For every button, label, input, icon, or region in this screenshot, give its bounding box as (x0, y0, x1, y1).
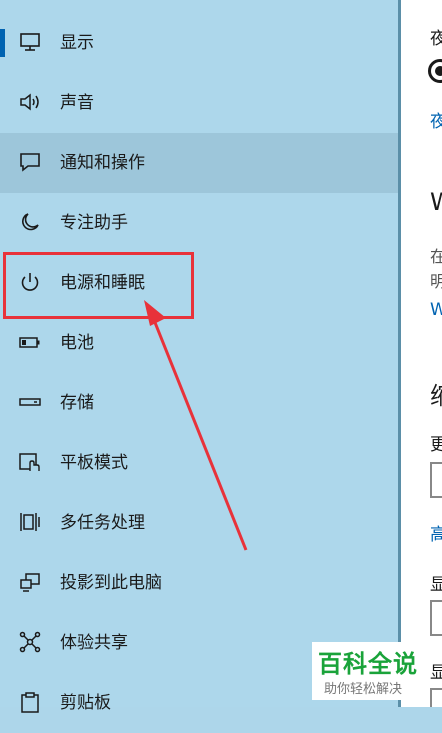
windows-hd-heading: W (430, 188, 442, 216)
sidebar-item-multitasking[interactable]: 多任务处理 (0, 493, 398, 553)
sidebar-item-display[interactable]: 显示 (0, 13, 398, 73)
notification-icon (19, 151, 41, 173)
sidebar-item-label: 声音 (60, 93, 94, 113)
moon-icon (19, 211, 41, 233)
night-light-label: 夜 (430, 29, 442, 49)
scale-layout-heading: 缩 (430, 376, 442, 411)
sidebar-item-label: 专注助手 (60, 213, 128, 233)
sidebar-item-focus-assist[interactable]: 专注助手 (0, 193, 398, 253)
orientation-dropdown[interactable] (430, 688, 442, 707)
night-light-toggle[interactable] (428, 59, 442, 83)
hd-settings-link[interactable]: W (430, 300, 442, 320)
sidebar-item-label: 体验共享 (60, 633, 128, 653)
storage-icon (19, 391, 41, 413)
orientation-label: 显 (430, 663, 442, 683)
clipboard-icon (19, 691, 41, 713)
sidebar-item-project-to-pc[interactable]: 投影到此电脑 (0, 553, 398, 613)
sidebar-item-label: 剪贴板 (60, 693, 111, 713)
night-light-settings-link[interactable]: 夜 (430, 107, 442, 132)
watermark-title: 百科全说 (318, 650, 418, 678)
sidebar-item-label: 显示 (60, 33, 94, 53)
monitor-icon (19, 31, 41, 53)
resolution-label: 显 (430, 575, 442, 595)
project-icon (19, 571, 41, 593)
hd-description-line1: 在 (430, 247, 442, 266)
sidebar-item-label: 多任务处理 (60, 513, 145, 533)
sidebar-item-storage[interactable]: 存储 (0, 373, 398, 433)
annotation-highlight-box (3, 252, 194, 319)
selection-indicator (0, 29, 5, 57)
watermark-subtitle: 助你轻松解决 (324, 682, 403, 697)
sidebar-item-notifications[interactable]: 通知和操作 (0, 133, 398, 193)
scale-dropdown[interactable] (430, 462, 442, 498)
sidebar-item-battery[interactable]: 电池 (0, 313, 398, 373)
sidebar-item-tablet-mode[interactable]: 平板模式 (0, 433, 398, 493)
sidebar-item-label: 存储 (60, 393, 94, 413)
advanced-scaling-link[interactable]: 高 (430, 520, 442, 545)
sidebar-item-label: 投影到此电脑 (60, 573, 162, 593)
sidebar-item-sound[interactable]: 声音 (0, 73, 398, 133)
settings-sidebar: 显示 声音 通知和操作 专注助手 电源和睡眠 电池 存储 平板模式 多任务处理 … (0, 0, 398, 713)
tablet-icon (19, 451, 41, 473)
sidebar-item-label: 平板模式 (60, 453, 128, 473)
scale-label: 更 (430, 435, 442, 455)
settings-content-pane: 夜 夜 W 在 明 W 缩 更 高 显 显 (401, 0, 442, 707)
multitask-icon (19, 511, 41, 533)
speaker-icon (19, 91, 41, 113)
hd-description-line2: 明 (430, 272, 442, 291)
sidebar-item-label: 通知和操作 (60, 153, 145, 173)
share-icon (19, 631, 41, 653)
watermark: 百科全说 助你轻松解决 (312, 642, 428, 700)
sidebar-item-label: 电池 (60, 333, 94, 353)
resolution-dropdown[interactable] (430, 600, 442, 636)
battery-icon (19, 331, 41, 353)
